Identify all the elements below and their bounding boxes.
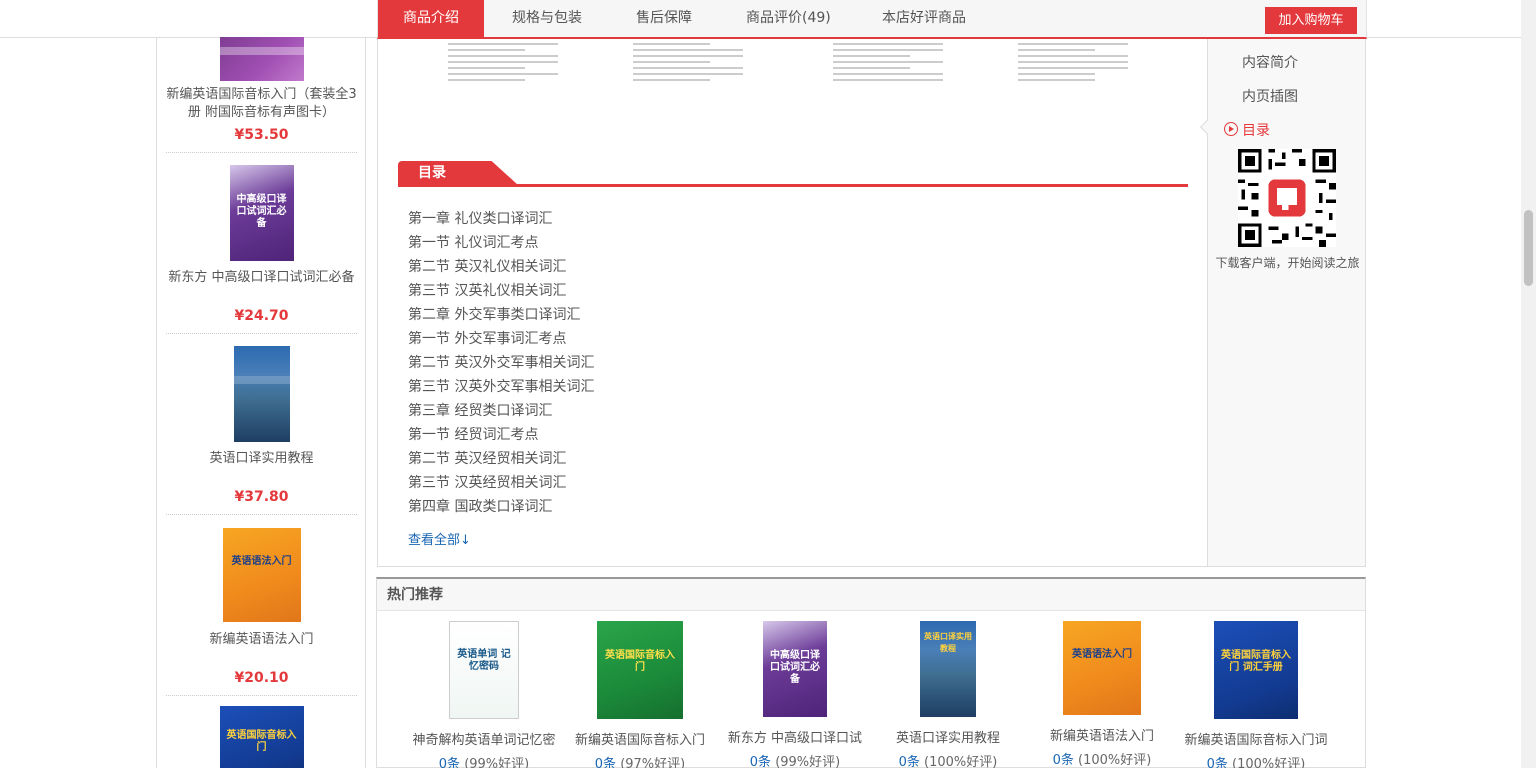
- tab-product-intro[interactable]: 商品介绍: [378, 0, 484, 37]
- product-price: ¥53.50: [234, 127, 289, 143]
- hot-recommendations: 热门推荐 英语单词 记忆密码 神奇解构英语单词记忆密 0条 (99%好评) 英语…: [376, 577, 1366, 768]
- product-description-panel: 目录 第一章 礼仪类口译词汇 第一节 礼仪词汇考点 第二节 英汉礼仪相关词汇 第…: [377, 39, 1208, 567]
- list-item[interactable]: 新编英语国际音标入门（套装全3册 附国际音标有声图卡） ¥53.50: [166, 37, 357, 153]
- page-scrollbar[interactable]: [1521, 0, 1536, 768]
- list-item[interactable]: 英语国际音标入门 词汇手册 新编英语国际音标入门词 0条 (100%好评): [1181, 621, 1331, 768]
- review-rate: (100%好评): [1232, 757, 1306, 768]
- list-item[interactable]: 英语国际音标入门 新编英语国际音标入门 0条 (97%好评): [565, 621, 715, 768]
- section-header: 目录: [398, 161, 1188, 187]
- product-price: ¥24.70: [234, 308, 289, 324]
- product-name[interactable]: 新编英语语法入门: [1027, 725, 1177, 744]
- toc-line: 第一节 外交军事词汇考点: [408, 331, 567, 347]
- product-name[interactable]: 新编英语国际音标入门词: [1181, 729, 1331, 748]
- review-rate: (100%好评): [1078, 753, 1152, 768]
- related-products-sidebar: 新编英语国际音标入门（套装全3册 附国际音标有声图卡） ¥53.50 中高级口译…: [156, 37, 366, 768]
- toc-line: 第二节 英汉礼仪相关词汇: [408, 259, 567, 275]
- section-title: 目录: [398, 161, 518, 185]
- review-rate: (99%好评): [464, 757, 530, 768]
- review-summary: 0条 (100%好评): [873, 751, 1023, 768]
- sample-page-image: [448, 39, 558, 119]
- review-rate: (99%好评): [775, 755, 841, 768]
- qr-code-icon[interactable]: [1238, 149, 1336, 247]
- list-item[interactable]: 英语国际音标入门: [166, 696, 357, 768]
- toc-line: 第二节 英汉外交军事相关词汇: [408, 355, 595, 371]
- list-item[interactable]: 英语语法入门 新编英语语法入门 0条 (100%好评): [1027, 621, 1177, 768]
- book-cover-royal-icon[interactable]: 英语国际音标入门 词汇手册: [1214, 621, 1298, 719]
- book-cover-green-icon[interactable]: 英语国际音标入门: [597, 621, 683, 719]
- book-cover-blue-icon[interactable]: 英语口译实用教程: [920, 621, 976, 717]
- tab-store-top-rated[interactable]: 本店好评商品: [882, 0, 966, 37]
- review-count[interactable]: 0条: [1053, 753, 1074, 768]
- list-item[interactable]: 英语单词 记忆密码 神奇解构英语单词记忆密 0条 (99%好评): [409, 621, 559, 768]
- review-count[interactable]: 0条: [439, 757, 460, 768]
- qr-caption: 下载客户端，开始阅读之旅: [1215, 256, 1360, 270]
- sample-page-image: [1018, 39, 1128, 119]
- tab-reviews[interactable]: 商品评价(49): [746, 0, 831, 37]
- book-cover-purple-icon[interactable]: [219, 37, 304, 81]
- hot-title: 热门推荐: [377, 579, 1365, 611]
- book-cover-violet-icon[interactable]: 中高级口译 口试词汇必备: [763, 621, 827, 717]
- tab-spec-packaging[interactable]: 规格与包装: [512, 0, 582, 37]
- review-summary: 0条 (100%好评): [1181, 753, 1331, 768]
- nav-item-label: 目录: [1242, 123, 1270, 139]
- book-cover-royal-icon[interactable]: 英语国际音标入门: [219, 706, 304, 768]
- product-name[interactable]: 英语口译实用教程: [166, 450, 357, 468]
- toc-line: 第三节 汉英外交军事相关词汇: [408, 379, 595, 395]
- toc-line: 第四章 国政类口译词汇: [408, 499, 553, 515]
- review-summary: 0条 (99%好评): [720, 751, 870, 768]
- toc-line: 第三节 汉英礼仪相关词汇: [408, 283, 567, 299]
- review-summary: 0条 (97%好评): [565, 753, 715, 768]
- review-summary: 0条 (99%好评): [409, 753, 559, 768]
- review-rate: (97%好评): [620, 757, 686, 768]
- sample-page-image: [633, 39, 743, 119]
- book-cover-orange-icon[interactable]: 英语语法入门: [222, 528, 301, 622]
- review-count[interactable]: 0条: [595, 757, 616, 768]
- add-to-cart-button[interactable]: 加入购物车: [1265, 7, 1357, 34]
- toc-line: 第一节 经贸词汇考点: [408, 427, 539, 443]
- review-summary: 0条 (100%好评): [1027, 749, 1177, 768]
- product-price: ¥20.10: [234, 670, 289, 686]
- book-cover-violet-icon[interactable]: 中高级口译 口试词汇必备: [229, 165, 294, 261]
- product-name[interactable]: 新东方 中高级口译口试词汇必备: [166, 269, 357, 287]
- review-rate: (100%好评): [924, 755, 998, 768]
- scrollbar-thumb[interactable]: [1524, 210, 1533, 286]
- product-name[interactable]: 英语口译实用教程: [873, 727, 1023, 746]
- list-item[interactable]: 英语口译实用教程 英语口译实用教程 0条 (100%好评): [873, 621, 1023, 768]
- toc-line: 第二节 英汉经贸相关词汇: [408, 451, 567, 467]
- sample-page-images: [448, 39, 1148, 119]
- toc-line: 第三节 汉英经贸相关词汇: [408, 475, 567, 491]
- section-nav: 内容简介 内页插图 目录 下载客户端，开始阅读之旅: [1199, 39, 1366, 567]
- product-tab-bar: 商品介绍 规格与包装 售后保障 商品评价(49) 本店好评商品 加入购物车: [377, 0, 1367, 39]
- table-of-contents: 第一章 礼仪类口译词汇 第一节 礼仪词汇考点 第二节 英汉礼仪相关词汇 第三节 …: [408, 207, 594, 519]
- product-name[interactable]: 新编英语国际音标入门: [565, 729, 715, 748]
- list-item[interactable]: 英语口译实用教程 ¥37.80: [166, 334, 357, 515]
- product-name[interactable]: 新编英语语法入门: [166, 631, 357, 649]
- page: 商品介绍 规格与包装 售后保障 商品评价(49) 本店好评商品 加入购物车 新编…: [0, 0, 1536, 768]
- nav-item-toc[interactable]: 目录: [1224, 120, 1270, 140]
- toc-line: 第二章 外交军事类口译词汇: [408, 307, 581, 323]
- book-cover-blue-icon[interactable]: [233, 346, 290, 442]
- see-all-link[interactable]: 查看全部↓: [408, 529, 471, 548]
- book-cover-orange-icon[interactable]: 英语语法入门: [1063, 621, 1141, 715]
- list-item[interactable]: 中高级口译 口试词汇必备 新东方 中高级口译口试词汇必备 ¥24.70: [166, 153, 357, 334]
- review-count[interactable]: 0条: [1207, 757, 1228, 768]
- review-count[interactable]: 0条: [899, 755, 920, 768]
- toc-line: 第三章 经贸类口译词汇: [408, 403, 553, 419]
- list-item[interactable]: 英语语法入门 新编英语语法入门 ¥20.10: [166, 515, 357, 696]
- product-name[interactable]: 神奇解构英语单词记忆密: [409, 729, 559, 748]
- tab-after-sales[interactable]: 售后保障: [636, 0, 692, 37]
- nav-item-content-intro[interactable]: 内容简介: [1242, 52, 1298, 72]
- play-circle-icon: [1224, 122, 1238, 136]
- list-item[interactable]: 中高级口译 口试词汇必备 新东方 中高级口译口试 0条 (99%好评): [720, 621, 870, 768]
- sample-page-image: [833, 39, 943, 119]
- toc-line: 第一章 礼仪类口译词汇: [408, 211, 553, 227]
- product-name[interactable]: 新编英语国际音标入门（套装全3册 附国际音标有声图卡）: [166, 86, 357, 122]
- book-cover-white-icon[interactable]: 英语单词 记忆密码: [449, 621, 519, 719]
- product-name[interactable]: 新东方 中高级口译口试: [720, 727, 870, 746]
- product-price: ¥37.80: [234, 489, 289, 505]
- nav-item-inner-illustrations[interactable]: 内页插图: [1242, 86, 1298, 106]
- toc-line: 第一节 礼仪词汇考点: [408, 235, 539, 251]
- section-divider: [398, 184, 1188, 187]
- review-count[interactable]: 0条: [750, 755, 771, 768]
